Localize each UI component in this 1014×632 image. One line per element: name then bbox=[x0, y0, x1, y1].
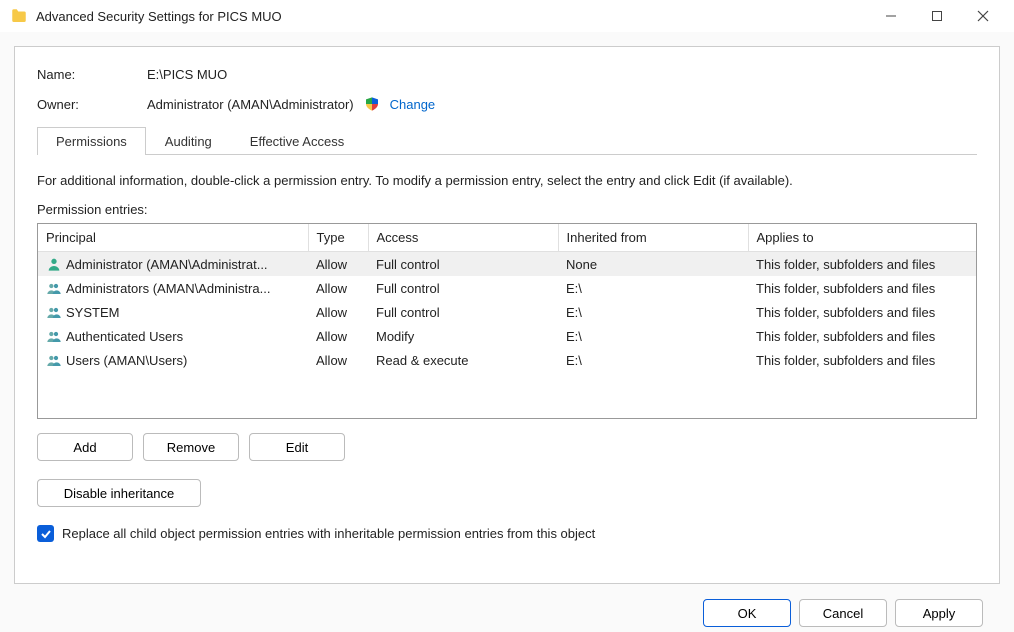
cancel-button[interactable]: Cancel bbox=[799, 599, 887, 627]
cell-access: Full control bbox=[368, 300, 558, 324]
cell-access: Read & execute bbox=[368, 348, 558, 372]
cell-applies: This folder, subfolders and files bbox=[748, 276, 976, 300]
tab-effective-access[interactable]: Effective Access bbox=[231, 127, 363, 155]
add-button[interactable]: Add bbox=[37, 433, 133, 461]
name-label: Name: bbox=[37, 67, 147, 82]
cell-type: Allow bbox=[308, 252, 368, 277]
close-button[interactable] bbox=[960, 1, 1006, 31]
shield-icon bbox=[364, 96, 380, 112]
group-icon bbox=[46, 304, 62, 320]
user-icon bbox=[46, 256, 62, 272]
replace-child-entries-checkbox[interactable] bbox=[37, 525, 54, 542]
table-row[interactable]: Administrator (AMAN\Administrat... AllowF… bbox=[38, 252, 976, 277]
cell-access: Full control bbox=[368, 252, 558, 277]
table-row[interactable]: Administrators (AMAN\Administra... AllowF… bbox=[38, 276, 976, 300]
col-principal[interactable]: Principal bbox=[38, 224, 308, 252]
replace-child-entries-label: Replace all child object permission entr… bbox=[62, 526, 595, 541]
table-row[interactable]: SYSTEM AllowFull controlE:\This folder, s… bbox=[38, 300, 976, 324]
cell-applies: This folder, subfolders and files bbox=[748, 252, 976, 277]
principal-name: Administrators (AMAN\Administra... bbox=[66, 281, 270, 296]
owner-label: Owner: bbox=[37, 97, 147, 112]
cell-type: Allow bbox=[308, 300, 368, 324]
group-icon bbox=[46, 352, 62, 368]
group-icon bbox=[46, 328, 62, 344]
tab-panel-permissions: For additional information, double-click… bbox=[15, 169, 999, 554]
cell-type: Allow bbox=[308, 276, 368, 300]
cell-inherited: None bbox=[558, 252, 748, 277]
cell-access: Modify bbox=[368, 324, 558, 348]
entries-label: Permission entries: bbox=[37, 202, 977, 217]
cell-inherited: E:\ bbox=[558, 300, 748, 324]
principal-name: Users (AMAN\Users) bbox=[66, 353, 187, 368]
tab-permissions[interactable]: Permissions bbox=[37, 127, 146, 155]
col-applies[interactable]: Applies to bbox=[748, 224, 976, 252]
cell-applies: This folder, subfolders and files bbox=[748, 324, 976, 348]
cell-inherited: E:\ bbox=[558, 324, 748, 348]
content-frame: Name: E:\PICS MUO Owner: Administrator (… bbox=[14, 46, 1000, 584]
window-title: Advanced Security Settings for PICS MUO bbox=[36, 9, 868, 24]
tabs: Permissions Auditing Effective Access bbox=[37, 126, 977, 155]
table-row[interactable]: Authenticated Users AllowModifyE:\This fo… bbox=[38, 324, 976, 348]
cell-inherited: E:\ bbox=[558, 276, 748, 300]
owner-value: Administrator (AMAN\Administrator) bbox=[147, 97, 354, 112]
col-inherited[interactable]: Inherited from bbox=[558, 224, 748, 252]
cell-type: Allow bbox=[308, 324, 368, 348]
cell-inherited: E:\ bbox=[558, 348, 748, 372]
disable-inheritance-button[interactable]: Disable inheritance bbox=[37, 479, 201, 507]
group-icon bbox=[46, 280, 62, 296]
cell-applies: This folder, subfolders and files bbox=[748, 300, 976, 324]
principal-name: SYSTEM bbox=[66, 305, 119, 320]
titlebar: Advanced Security Settings for PICS MUO bbox=[0, 0, 1014, 32]
maximize-button[interactable] bbox=[914, 1, 960, 31]
apply-button[interactable]: Apply bbox=[895, 599, 983, 627]
folder-icon bbox=[10, 7, 28, 25]
cell-applies: This folder, subfolders and files bbox=[748, 348, 976, 372]
col-access[interactable]: Access bbox=[368, 224, 558, 252]
tab-auditing[interactable]: Auditing bbox=[146, 127, 231, 155]
name-value: E:\PICS MUO bbox=[147, 67, 227, 82]
cell-access: Full control bbox=[368, 276, 558, 300]
table-row[interactable]: Users (AMAN\Users) AllowRead & executeE:\… bbox=[38, 348, 976, 372]
change-owner-link[interactable]: Change bbox=[390, 97, 436, 112]
permission-table[interactable]: Principal Type Access Inherited from App… bbox=[37, 223, 977, 419]
principal-name: Authenticated Users bbox=[66, 329, 183, 344]
edit-button[interactable]: Edit bbox=[249, 433, 345, 461]
principal-name: Administrator (AMAN\Administrat... bbox=[66, 257, 268, 272]
info-text: For additional information, double-click… bbox=[37, 173, 977, 188]
ok-button[interactable]: OK bbox=[703, 599, 791, 627]
cell-type: Allow bbox=[308, 348, 368, 372]
remove-button[interactable]: Remove bbox=[143, 433, 239, 461]
minimize-button[interactable] bbox=[868, 1, 914, 31]
col-type[interactable]: Type bbox=[308, 224, 368, 252]
